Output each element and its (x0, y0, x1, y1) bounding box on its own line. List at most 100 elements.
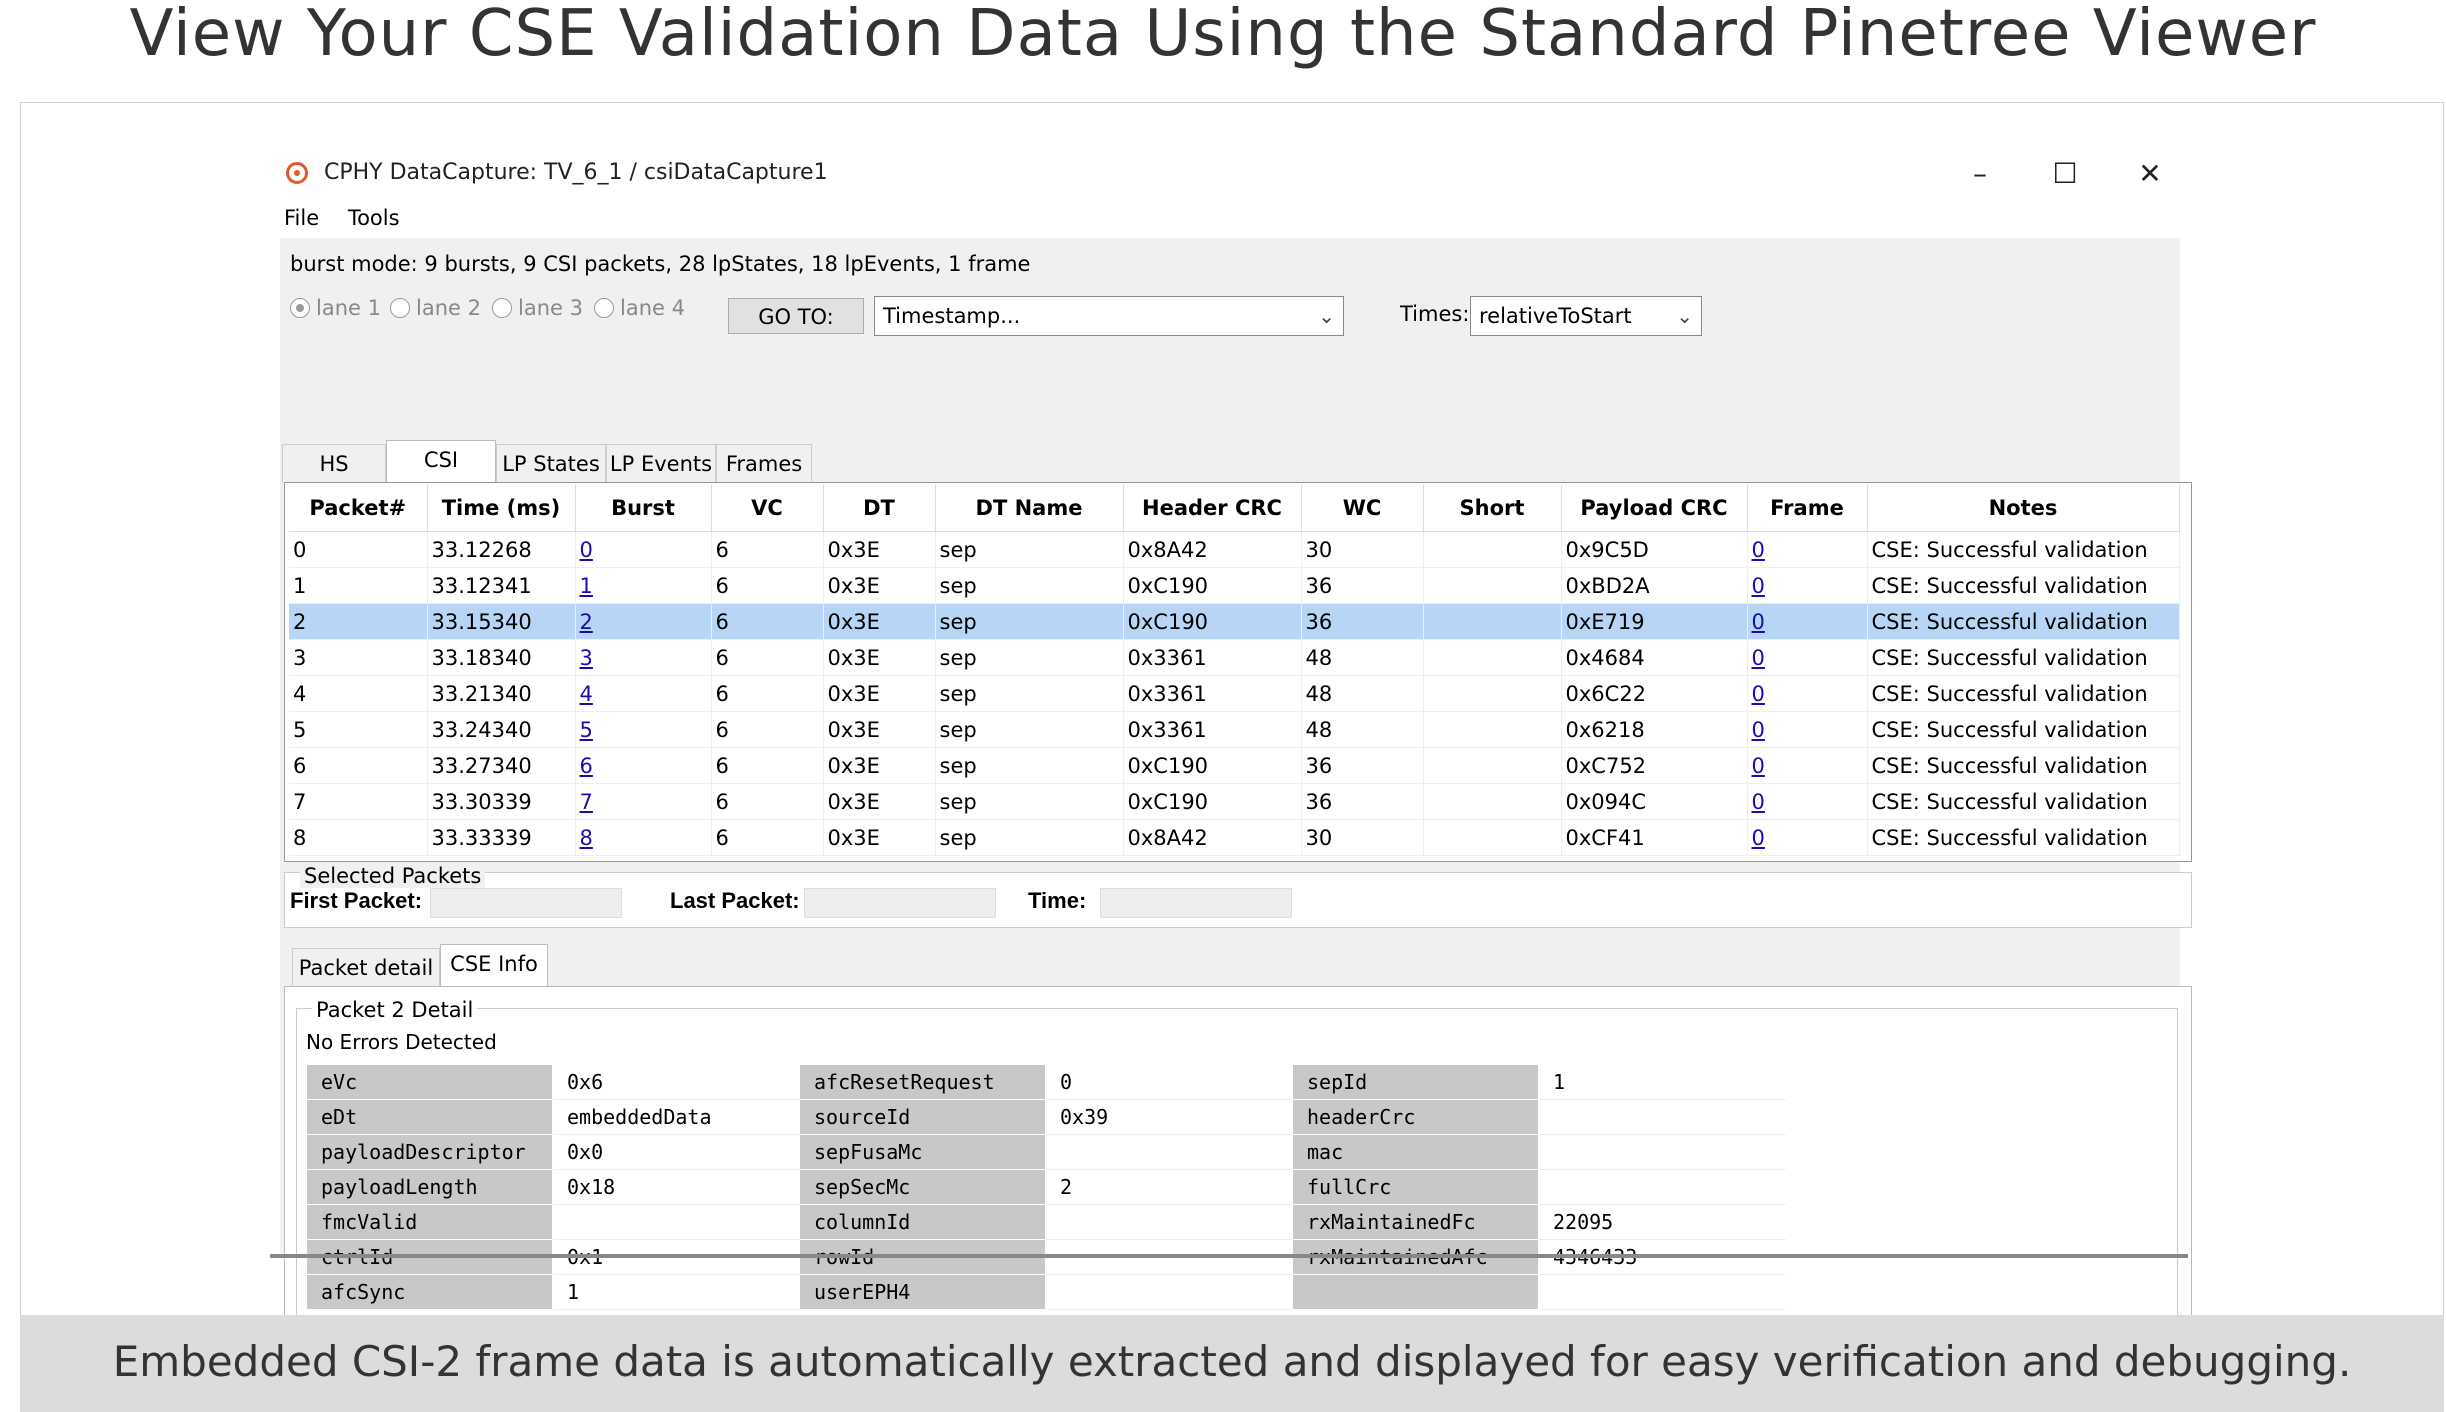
table-cell: 0 (289, 531, 428, 568)
table-cell: 0 (1747, 819, 1868, 856)
table-row[interactable]: 1 33.12341 1 6 0x3E sep 0xC190 36 0xBD2A 0 CSE: Su… (289, 567, 2180, 604)
tab-lp-states[interactable]: LP States (496, 444, 606, 482)
cse-field-name: payloadLength (306, 1169, 553, 1205)
lane-2-radio[interactable]: lane 2 (390, 296, 481, 320)
column-header[interactable]: DT (823, 485, 936, 532)
menu-file[interactable]: File (284, 206, 319, 230)
burst-link[interactable]: 6 (580, 754, 593, 778)
table-cell: 33.12268 (427, 531, 576, 568)
time-field[interactable] (1100, 888, 1292, 918)
cse-field-value: 0x6 (552, 1064, 800, 1100)
column-header[interactable]: Payload CRC (1561, 485, 1748, 532)
burst-link[interactable]: 0 (580, 538, 593, 562)
burst-link[interactable]: 7 (580, 790, 593, 814)
title-bar: CPHY DataCapture: TV_6_1 / csiDataCaptur… (270, 150, 2188, 200)
table-cell: 6 (711, 531, 824, 568)
frame-link[interactable]: 0 (1752, 610, 1765, 634)
table-cell: CSE: Successful validation (1867, 711, 2180, 748)
first-packet-field[interactable] (430, 888, 622, 918)
column-header[interactable]: DT Name (935, 485, 1124, 532)
frame-link[interactable]: 0 (1752, 538, 1765, 562)
table-cell: 3 (575, 639, 712, 676)
table-cell: 6 (711, 747, 824, 784)
packet-detail-legend: Packet 2 Detail (312, 998, 478, 1022)
table-row[interactable]: 4 33.21340 4 6 0x3E sep 0x3361 48 0x6C22 0 CSE: Su… (289, 675, 2180, 712)
table-row[interactable]: 3 33.18340 3 6 0x3E sep 0x3361 48 0x4684 0 CSE: Su… (289, 639, 2180, 676)
column-header[interactable]: Packet# (289, 485, 428, 532)
maximize-button[interactable]: ☐ (2035, 154, 2095, 194)
times-select[interactable]: relativeToStart ⌄ (1470, 296, 1702, 336)
table-cell: 0x3E (823, 783, 936, 820)
timestamp-select-value: Timestamp... (883, 304, 1021, 328)
table-row[interactable]: 0 33.12268 0 6 0x3E sep 0x8A42 30 0x9C5D 0 CSE: Su… (289, 531, 2180, 568)
column-header[interactable]: Notes (1867, 485, 2180, 532)
table-cell: CSE: Successful validation (1867, 819, 2180, 856)
table-cell: 6 (289, 747, 428, 784)
table-row[interactable]: 5 33.24340 5 6 0x3E sep 0x3361 48 0x6218 0 CSE: Su… (289, 711, 2180, 748)
tab-lp-events[interactable]: LP Events (606, 444, 716, 482)
column-header[interactable]: Time (ms) (427, 485, 576, 532)
tab-cse-info[interactable]: CSE Info (440, 944, 548, 986)
close-button[interactable]: ✕ (2120, 154, 2180, 194)
cse-field-name: afcSync (306, 1274, 553, 1310)
column-header[interactable]: Burst (575, 485, 712, 532)
burst-link[interactable]: 4 (580, 682, 593, 706)
table-cell: 33.12341 (427, 567, 576, 604)
cse-field-name: afcResetRequest (799, 1064, 1046, 1100)
tab-hs-bursts[interactable]: HS Bursts (282, 444, 386, 514)
frame-link[interactable]: 0 (1752, 754, 1765, 778)
table-cell: 0xCF41 (1561, 819, 1748, 856)
column-header[interactable]: VC (711, 485, 824, 532)
frame-link[interactable]: 0 (1752, 682, 1765, 706)
frame-link[interactable]: 0 (1752, 574, 1765, 598)
cse-field-name: userEPH4 (799, 1274, 1046, 1310)
cse-field-value (1045, 1204, 1293, 1240)
table-cell: 2 (289, 603, 428, 640)
frame-link[interactable]: 0 (1752, 718, 1765, 742)
table-row[interactable]: 6 33.27340 6 6 0x3E sep 0xC190 36 0xC752 0 CSE: Su… (289, 747, 2180, 784)
table-cell: 6 (711, 783, 824, 820)
table-cell (1423, 603, 1562, 640)
menu-tools[interactable]: Tools (348, 206, 400, 230)
tab-packet-detail[interactable]: Packet detail (292, 948, 440, 986)
table-row[interactable]: 2 33.15340 2 6 0x3E sep 0xC190 36 0xE719 0 CSE: Su… (289, 603, 2180, 640)
burst-link[interactable]: 5 (580, 718, 593, 742)
last-packet-field[interactable] (804, 888, 996, 918)
burst-link[interactable]: 8 (580, 826, 593, 850)
table-row[interactable]: 7 33.30339 7 6 0x3E sep 0xC190 36 0x094C 0 CSE: Su… (289, 783, 2180, 820)
burst-link[interactable]: 2 (580, 610, 593, 634)
timestamp-select[interactable]: Timestamp... ⌄ (874, 296, 1344, 336)
column-header[interactable]: Frame (1747, 485, 1868, 532)
capture-summary: burst mode: 9 bursts, 9 CSI packets, 28 … (290, 252, 1031, 276)
column-header[interactable]: Short (1423, 485, 1562, 532)
table-cell: 6 (711, 603, 824, 640)
tab-frames[interactable]: Frames (716, 444, 812, 482)
cse-field-value: 1 (1538, 1064, 1786, 1100)
cse-field-name: sepSecMc (799, 1169, 1046, 1205)
goto-button[interactable]: GO TO: (728, 298, 864, 334)
cse-field-name: eVc (306, 1064, 553, 1100)
column-header[interactable]: WC (1301, 485, 1424, 532)
burst-link[interactable]: 1 (580, 574, 593, 598)
lane-3-radio[interactable]: lane 3 (492, 296, 583, 320)
page-title: View Your CSE Validation Data Using the … (129, 0, 2317, 71)
tab-csi-packets[interactable]: CSI Packets (386, 440, 496, 510)
lane-4-radio[interactable]: lane 4 (594, 296, 685, 320)
table-cell: 3 (289, 639, 428, 676)
table-row[interactable]: 8 33.33339 8 6 0x3E sep 0x8A42 30 0xCF41 0 CSE: Su… (289, 819, 2180, 856)
table-cell: 30 (1301, 531, 1424, 568)
lane-1-radio[interactable]: lane 1 (290, 296, 381, 320)
last-packet-label: Last Packet: (670, 888, 800, 913)
table-cell (1423, 531, 1562, 568)
minimize-button[interactable]: – (1950, 154, 2010, 194)
burst-link[interactable]: 3 (580, 646, 593, 670)
table-cell: 8 (289, 819, 428, 856)
frame-link[interactable]: 0 (1752, 790, 1765, 814)
frame-link[interactable]: 0 (1752, 646, 1765, 670)
frame-link[interactable]: 0 (1752, 826, 1765, 850)
column-header[interactable]: Header CRC (1123, 485, 1302, 532)
table-cell: 0 (1747, 675, 1868, 712)
chevron-down-icon: ⌄ (1676, 304, 1693, 328)
table-cell: 0x6218 (1561, 711, 1748, 748)
table-cell: 6 (575, 747, 712, 784)
